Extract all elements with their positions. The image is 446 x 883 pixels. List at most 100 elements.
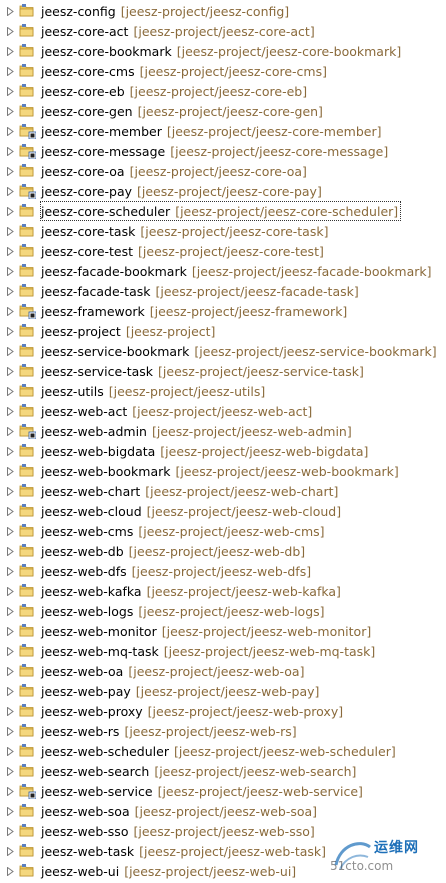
expand-arrow-icon[interactable] <box>5 301 15 321</box>
tree-item-label[interactable]: jeesz-web-search [jeesz-project/jeesz-web… <box>41 762 358 780</box>
tree-item-label[interactable]: jeesz-core-message [jeesz-project/jeesz-c… <box>41 142 390 160</box>
tree-item-label[interactable]: jeesz-web-cloud [jeesz-project/jeesz-web-… <box>41 502 343 520</box>
tree-item[interactable]: jeesz-project [jeesz-project] <box>0 321 446 341</box>
expand-arrow-icon[interactable] <box>5 521 15 541</box>
expand-arrow-icon[interactable] <box>5 701 15 721</box>
tree-item-label[interactable]: jeesz-core-bookmark [jeesz-project/jeesz-… <box>41 42 403 60</box>
expand-arrow-icon[interactable] <box>5 241 15 261</box>
tree-item-label[interactable]: jeesz-web-dfs [jeesz-project/jeesz-web-df… <box>41 562 313 580</box>
expand-arrow-icon[interactable] <box>5 101 15 121</box>
tree-item[interactable]: jeesz-web-chart [jeesz-project/jeesz-web-… <box>0 481 446 501</box>
expand-arrow-icon[interactable] <box>5 181 15 201</box>
tree-item-label[interactable]: jeesz-core-scheduler [jeesz-project/jeesz… <box>39 201 402 221</box>
tree-item-label[interactable]: jeesz-config [jeesz-project/jeesz-config] <box>41 2 291 20</box>
expand-arrow-icon[interactable] <box>5 781 15 801</box>
tree-item-label[interactable]: jeesz-web-logs [jeesz-project/jeesz-web-l… <box>41 602 327 620</box>
tree-item-label[interactable]: jeesz-service-task [jeesz-project/jeesz-s… <box>41 362 366 380</box>
tree-item[interactable]: jeesz-service-task [jeesz-project/jeesz-s… <box>0 361 446 381</box>
tree-item-label[interactable]: jeesz-web-admin [jeesz-project/jeesz-web-… <box>41 422 354 440</box>
expand-arrow-icon[interactable] <box>5 861 15 881</box>
tree-item[interactable]: jeesz-web-act [jeesz-project/jeesz-web-ac… <box>0 401 446 421</box>
expand-arrow-icon[interactable] <box>5 81 15 101</box>
expand-arrow-icon[interactable] <box>5 61 15 81</box>
tree-item-label[interactable]: jeesz-core-member [jeesz-project/jeesz-co… <box>41 122 383 140</box>
tree-item[interactable]: jeesz-web-soa [jeesz-project/jeesz-web-so… <box>0 801 446 821</box>
expand-arrow-icon[interactable] <box>5 421 15 441</box>
tree-item[interactable]: jeesz-web-bookmark [jeesz-project/jeesz-w… <box>0 461 446 481</box>
expand-arrow-icon[interactable] <box>5 461 15 481</box>
expand-arrow-icon[interactable] <box>5 401 15 421</box>
tree-item[interactable]: jeesz-core-cms [jeesz-project/jeesz-core-… <box>0 61 446 81</box>
expand-arrow-icon[interactable] <box>5 601 15 621</box>
tree-item-label[interactable]: jeesz-web-db [jeesz-project/jeesz-web-db] <box>41 542 307 560</box>
tree-item[interactable]: jeesz-web-search [jeesz-project/jeesz-web… <box>0 761 446 781</box>
tree-item[interactable]: jeesz-core-pay [jeesz-project/jeesz-core-… <box>0 181 446 201</box>
expand-arrow-icon[interactable] <box>5 441 15 461</box>
expand-arrow-icon[interactable] <box>5 1 15 21</box>
expand-arrow-icon[interactable] <box>5 561 15 581</box>
expand-arrow-icon[interactable] <box>5 481 15 501</box>
tree-item-label[interactable]: jeesz-core-oa [jeesz-project/jeesz-core-o… <box>41 162 309 180</box>
expand-arrow-icon[interactable] <box>5 201 15 221</box>
expand-arrow-icon[interactable] <box>5 121 15 141</box>
tree-item[interactable]: jeesz-service-bookmark [jeesz-project/jee… <box>0 341 446 361</box>
tree-item[interactable]: jeesz-web-service [jeesz-project/jeesz-we… <box>0 781 446 801</box>
tree-item[interactable]: jeesz-core-act [jeesz-project/jeesz-core-… <box>0 21 446 41</box>
tree-item-label[interactable]: jeesz-web-rs [jeesz-project/jeesz-web-rs] <box>41 722 299 740</box>
tree-item-label[interactable]: jeesz-core-gen [jeesz-project/jeesz-core-… <box>41 102 325 120</box>
tree-item[interactable]: jeesz-web-oa [jeesz-project/jeesz-web-oa] <box>0 661 446 681</box>
tree-item-label[interactable]: jeesz-web-mq-task [jeesz-project/jeesz-we… <box>41 642 377 660</box>
expand-arrow-icon[interactable] <box>5 801 15 821</box>
tree-item[interactable]: jeesz-web-db [jeesz-project/jeesz-web-db] <box>0 541 446 561</box>
tree-item-label[interactable]: jeesz-web-chart [jeesz-project/jeesz-web-… <box>41 482 340 500</box>
tree-item-label[interactable]: jeesz-core-cms [jeesz-project/jeesz-core-… <box>41 62 329 80</box>
expand-arrow-icon[interactable] <box>5 141 15 161</box>
tree-item[interactable]: jeesz-core-gen [jeesz-project/jeesz-core-… <box>0 101 446 121</box>
expand-arrow-icon[interactable] <box>5 721 15 741</box>
tree-item[interactable]: jeesz-web-admin [jeesz-project/jeesz-web-… <box>0 421 446 441</box>
tree-item[interactable]: jeesz-web-dfs [jeesz-project/jeesz-web-df… <box>0 561 446 581</box>
tree-item[interactable]: jeesz-web-logs [jeesz-project/jeesz-web-l… <box>0 601 446 621</box>
expand-arrow-icon[interactable] <box>5 381 15 401</box>
tree-item-label[interactable]: jeesz-core-pay [jeesz-project/jeesz-core-… <box>41 182 324 200</box>
tree-item-label[interactable]: jeesz-web-oa [jeesz-project/jeesz-web-oa] <box>41 662 306 680</box>
tree-item-label[interactable]: jeesz-core-test [jeesz-project/jeesz-core… <box>41 242 326 260</box>
tree-item-label[interactable]: jeesz-web-act [jeesz-project/jeesz-web-ac… <box>41 402 314 420</box>
expand-arrow-icon[interactable] <box>5 261 15 281</box>
tree-item[interactable]: jeesz-web-monitor [jeesz-project/jeesz-we… <box>0 621 446 641</box>
tree-item-label[interactable]: jeesz-web-bigdata [jeesz-project/jeesz-we… <box>41 442 370 460</box>
tree-item-label[interactable]: jeesz-framework [jeesz-project/jeesz-fram… <box>41 302 349 320</box>
tree-item[interactable]: jeesz-web-rs [jeesz-project/jeesz-web-rs] <box>0 721 446 741</box>
tree-item[interactable]: jeesz-core-eb [jeesz-project/jeesz-core-e… <box>0 81 446 101</box>
tree-item-label[interactable]: jeesz-facade-bookmark [jeesz-project/jees… <box>41 262 434 280</box>
tree-item-label[interactable]: jeesz-web-ui [jeesz-project/jeesz-web-ui] <box>41 862 298 880</box>
tree-item-label[interactable]: jeesz-web-task [jeesz-project/jeesz-web-t… <box>41 842 328 860</box>
expand-arrow-icon[interactable] <box>5 21 15 41</box>
tree-item-label[interactable]: jeesz-web-sso [jeesz-project/jeesz-web-ss… <box>41 822 317 840</box>
tree-item-label[interactable]: jeesz-web-soa [jeesz-project/jeesz-web-so… <box>41 802 319 820</box>
tree-item[interactable]: jeesz-web-proxy [jeesz-project/jeesz-web-… <box>0 701 446 721</box>
expand-arrow-icon[interactable] <box>5 621 15 641</box>
expand-arrow-icon[interactable] <box>5 161 15 181</box>
tree-item[interactable]: jeesz-facade-task [jeesz-project/jeesz-fa… <box>0 281 446 301</box>
tree-item-label[interactable]: jeesz-web-pay [jeesz-project/jeesz-web-pa… <box>41 682 321 700</box>
tree-item[interactable]: jeesz-core-test [jeesz-project/jeesz-core… <box>0 241 446 261</box>
tree-item[interactable]: jeesz-utils [jeesz-project/jeesz-utils] <box>0 381 446 401</box>
expand-arrow-icon[interactable] <box>5 581 15 601</box>
tree-item[interactable]: jeesz-web-scheduler [jeesz-project/jeesz-… <box>0 741 446 761</box>
tree-item[interactable]: jeesz-web-kafka [jeesz-project/jeesz-web-… <box>0 581 446 601</box>
tree-item[interactable]: jeesz-core-task [jeesz-project/jeesz-core… <box>0 221 446 241</box>
expand-arrow-icon[interactable] <box>5 741 15 761</box>
tree-item-label[interactable]: jeesz-core-act [jeesz-project/jeesz-core-… <box>41 22 317 40</box>
tree-item-label[interactable]: jeesz-web-scheduler [jeesz-project/jeesz-… <box>41 742 398 760</box>
tree-item-label[interactable]: jeesz-project [jeesz-project] <box>41 322 217 340</box>
expand-arrow-icon[interactable] <box>5 281 15 301</box>
tree-item-label[interactable]: jeesz-web-service [jeesz-project/jeesz-we… <box>41 782 365 800</box>
expand-arrow-icon[interactable] <box>5 221 15 241</box>
tree-item-label[interactable]: jeesz-service-bookmark [jeesz-project/jee… <box>41 342 439 360</box>
tree-item[interactable]: jeesz-web-cloud [jeesz-project/jeesz-web-… <box>0 501 446 521</box>
expand-arrow-icon[interactable] <box>5 821 15 841</box>
tree-item[interactable]: jeesz-core-oa [jeesz-project/jeesz-core-o… <box>0 161 446 181</box>
tree-item[interactable]: jeesz-web-cms [jeesz-project/jeesz-web-cm… <box>0 521 446 541</box>
tree-item-label[interactable]: jeesz-web-kafka [jeesz-project/jeesz-web-… <box>41 582 343 600</box>
